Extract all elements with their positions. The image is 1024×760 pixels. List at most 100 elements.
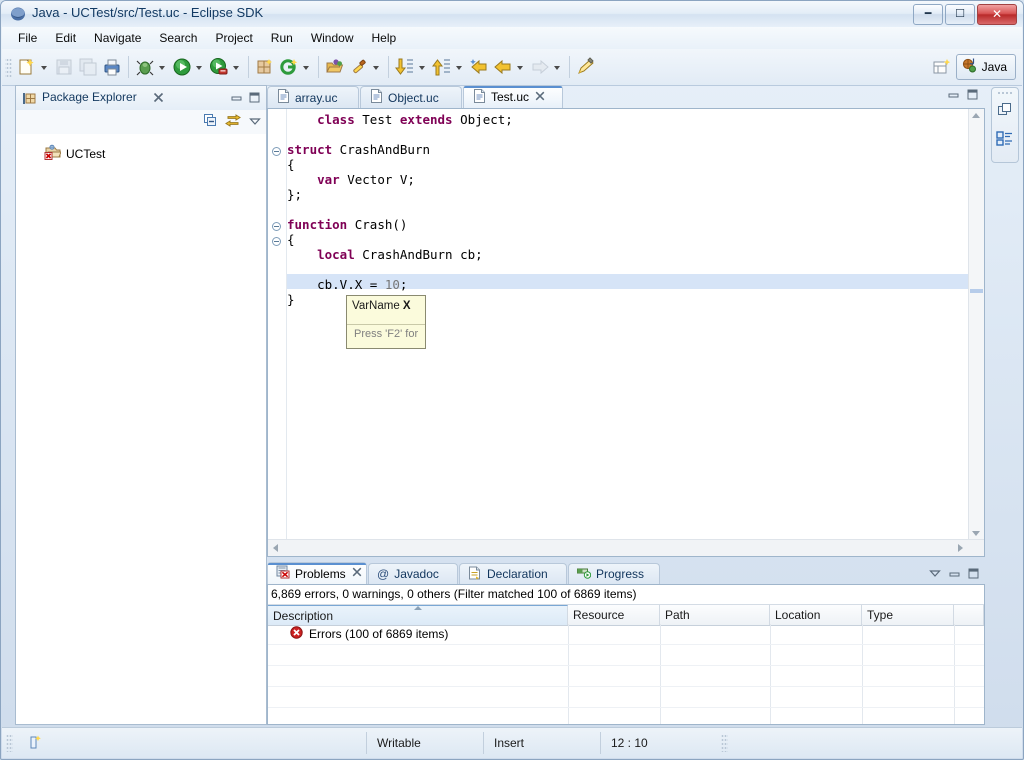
menu-file[interactable]: File [10,28,45,48]
scroll-down-arrow-icon[interactable] [972,531,980,536]
menu-edit[interactable]: Edit [47,28,84,48]
fold-marker-icon[interactable] [272,222,281,231]
maximize-icon[interactable] [967,567,980,583]
package-explorer-tab[interactable]: Package Explorer [16,86,266,111]
close-tab-icon[interactable] [152,91,165,104]
new-java-class-icon[interactable] [278,56,300,78]
toolbar-grip[interactable] [5,57,12,77]
column-header-location[interactable]: Location [770,605,862,625]
view-menu-icon[interactable] [248,114,262,131]
file-icon [370,89,383,106]
save-all-icon [77,56,99,78]
menu-bar: File Edit Navigate Search Project Run Wi… [2,27,1022,49]
open-type-icon[interactable] [324,56,346,78]
editor-fold-gutter[interactable] [268,109,287,540]
problems-icon [276,565,290,582]
minimize-icon[interactable] [947,88,960,104]
fast-view-grip[interactable] [997,91,1013,95]
editor-vertical-scrollbar[interactable] [968,109,984,540]
status-bar-grip[interactable] [6,734,13,752]
debug-icon[interactable] [134,56,156,78]
new-java-package-icon[interactable] [254,56,276,78]
editor-tab-object[interactable]: Object.uc [360,86,462,108]
menu-search[interactable]: Search [151,28,205,48]
new-wizard-icon[interactable] [16,56,38,78]
fold-marker-icon[interactable] [272,237,281,246]
editor-horizontal-scrollbar[interactable] [268,539,984,556]
search-icon[interactable] [348,56,370,78]
tab-progress[interactable]: Progress [568,563,660,584]
menu-run[interactable]: Run [263,28,301,48]
scroll-right-arrow-icon[interactable] [958,544,963,552]
fold-marker-icon[interactable] [272,147,281,156]
next-annotation-icon[interactable] [394,56,416,78]
link-with-editor-icon[interactable] [225,113,241,131]
minimize-button[interactable]: ━ [913,4,943,25]
tab-problems[interactable]: Problems [267,562,367,584]
editor-tab-test[interactable]: Test.uc [463,85,563,108]
new-java-class-dropdown-icon[interactable] [301,56,312,78]
column-header-type[interactable]: Type [862,605,954,625]
external-tools-dropdown-icon[interactable] [231,56,242,78]
back-dropdown-icon[interactable] [515,56,526,78]
minimize-icon[interactable] [230,91,243,107]
tree-item-uctest[interactable]: UCTest [16,142,266,165]
previous-annotation-dropdown-icon[interactable] [454,56,465,78]
run-dropdown-icon[interactable] [194,56,205,78]
column-header-resource[interactable]: Resource [568,605,660,625]
previous-annotation-icon[interactable] [431,56,453,78]
back-icon[interactable] [492,56,514,78]
open-perspective-icon[interactable] [931,56,953,78]
column-header-path[interactable]: Path [660,605,770,625]
restore-icon[interactable] [997,102,1013,121]
code-line-3: struct CrashAndBurn [287,142,430,157]
external-tools-icon[interactable] [208,56,230,78]
new-wizard-dropdown-icon[interactable] [39,56,50,78]
menu-project[interactable]: Project [207,28,260,48]
maximize-icon[interactable] [248,91,261,107]
tooltip-value: X [402,300,411,312]
run-icon[interactable] [171,56,193,78]
close-button[interactable]: ✕ [977,4,1017,25]
close-tab-icon[interactable] [534,90,546,105]
editor-tab-array[interactable]: array.uc [267,86,359,108]
tooltip-content: VarName X [347,296,425,312]
menu-navigate[interactable]: Navigate [86,28,149,48]
toolbar-separator-4 [388,56,389,78]
overview-ruler-mark[interactable] [970,289,983,293]
scroll-left-arrow-icon[interactable] [273,544,278,552]
save-icon [53,56,75,78]
tooltip-hint: Press 'F2' for [354,328,419,340]
minimize-icon[interactable] [948,567,961,583]
table-row[interactable]: Errors (100 of 6869 items) [268,624,984,644]
column-header-description[interactable]: Description [268,605,568,625]
maximize-icon[interactable] [966,88,979,104]
search-dropdown-icon[interactable] [371,56,382,78]
debug-dropdown-icon[interactable] [157,56,168,78]
maximize-button[interactable]: ☐ [945,4,975,25]
problems-table-body[interactable]: Errors (100 of 6869 items) [268,624,984,724]
scroll-up-arrow-icon[interactable] [972,113,980,118]
print-icon[interactable] [101,56,123,78]
row-divider [268,665,984,666]
main-toolbar: Java [2,49,1022,86]
tab-declaration[interactable]: Declaration [459,563,567,584]
package-explorer-tree[interactable]: UCTest [16,134,266,724]
outline-icon[interactable] [996,130,1013,150]
tab-label: Problems [295,566,346,581]
perspective-java-button[interactable]: Java [955,54,1016,80]
status-bar-resize-grip[interactable] [721,734,728,752]
view-menu-icon[interactable] [928,566,942,583]
pencil-icon[interactable] [575,56,597,78]
collapse-all-icon[interactable] [203,113,218,131]
forward-dropdown-icon[interactable] [552,56,563,78]
next-annotation-dropdown-icon[interactable] [417,56,428,78]
menu-window[interactable]: Window [303,28,362,48]
last-edit-location-icon[interactable] [468,56,490,78]
column-header-extra [954,605,984,625]
package-explorer-title: Package Explorer [42,90,137,104]
close-tab-icon[interactable] [351,566,363,581]
tooltip-separator [347,324,425,325]
tab-javadoc[interactable]: @ Javadoc [368,563,458,584]
menu-help[interactable]: Help [364,28,405,48]
